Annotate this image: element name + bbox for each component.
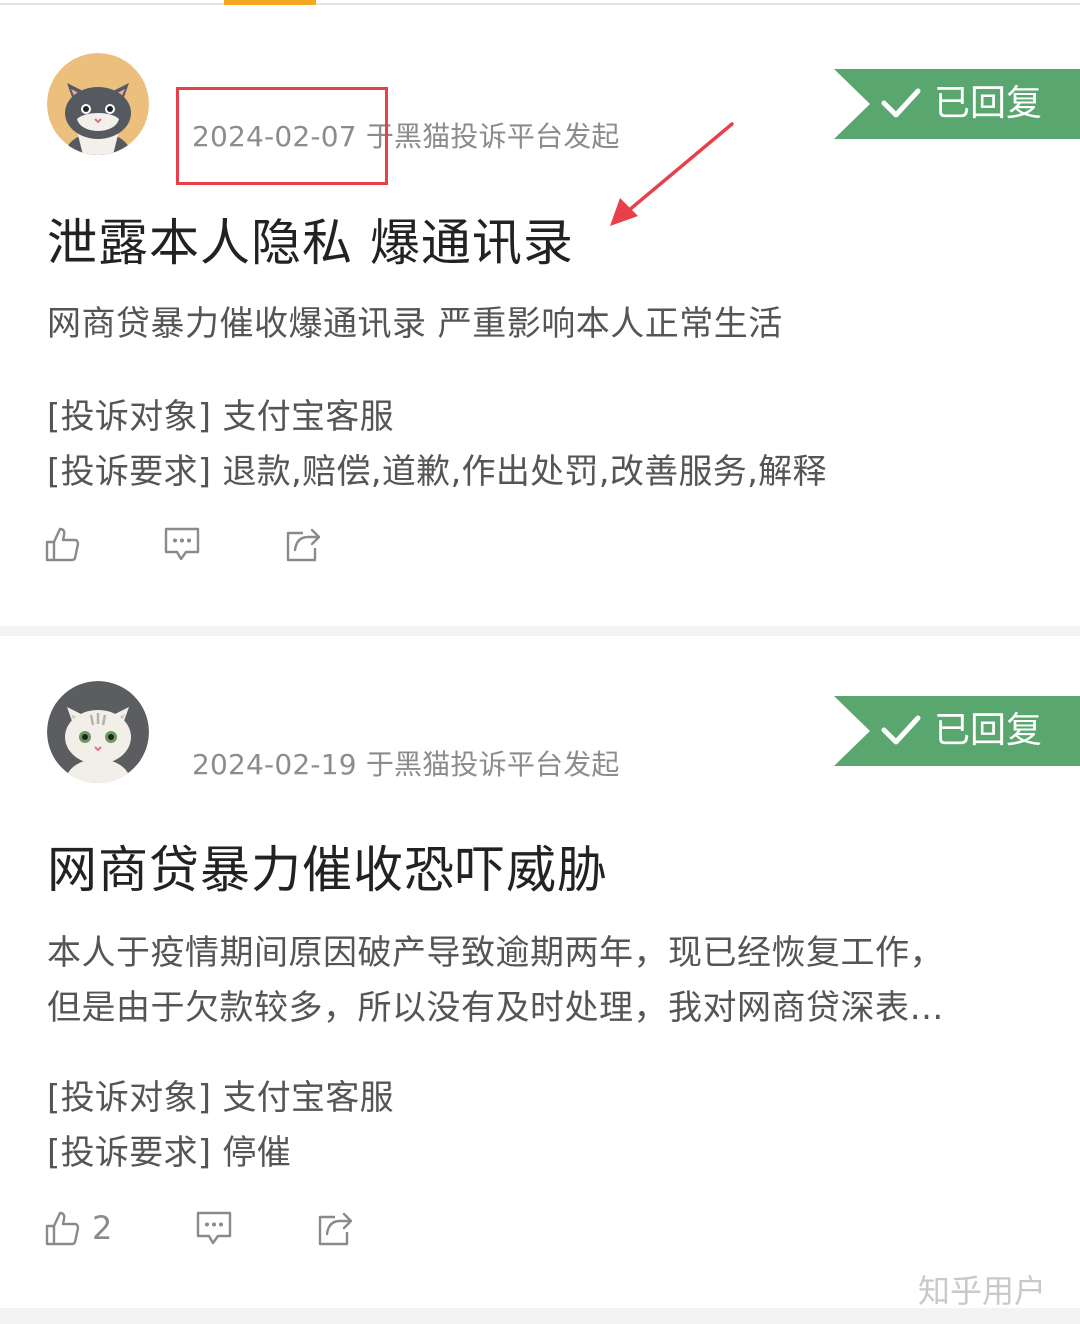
- share-button[interactable]: [316, 1209, 354, 1247]
- checkmark-icon: [881, 715, 921, 745]
- annotation-arrow-icon: [610, 122, 734, 226]
- complaint-request: [投诉要求] 退款,赔偿,道歉,作出处罚,改善服务,解释: [47, 452, 827, 492]
- share-button[interactable]: [284, 525, 322, 563]
- like-count: 2: [92, 1209, 113, 1247]
- thumbs-up-icon: [45, 527, 80, 562]
- date-highlight-box: [176, 87, 388, 185]
- like-button[interactable]: 2: [44, 1209, 112, 1247]
- like-button[interactable]: [44, 525, 92, 563]
- complaint-title[interactable]: 网商贷暴力催收恐吓威胁: [47, 830, 608, 902]
- description-line: 本人于疫情期间原因破产导致逾期两年，现已经恢复工作，: [47, 933, 944, 973]
- complaint-description: 网商贷暴力催收爆通讯录 严重影响本人正常生活: [47, 297, 1037, 352]
- status-badge-label: 已回复: [934, 710, 1043, 751]
- complaint-target: [投诉对象] 支付宝客服: [47, 397, 394, 437]
- cat-avatar-gray-icon[interactable]: [47, 53, 149, 155]
- status-badge-label: 已回复: [934, 83, 1043, 124]
- description-line: 但是由于欠款较多，所以没有及时处理，我对网商贷深表…: [47, 988, 944, 1028]
- comment-button[interactable]: [163, 525, 201, 563]
- status-badge: 已回复: [834, 696, 1080, 766]
- complaint-feed: 2024-02-07 于黑猫投诉平台发起 已回复 泄露本人隐私 爆通讯录 网商贷…: [0, 0, 1080, 1324]
- complaint-request: [投诉要求] 停催: [47, 1133, 292, 1173]
- comment-icon: [164, 527, 200, 561]
- status-badge: 已回复: [834, 69, 1080, 139]
- top-tab-bar: [0, 0, 1080, 5]
- checkmark-icon: [881, 88, 921, 118]
- comment-button[interactable]: [195, 1209, 233, 1247]
- complaint-card[interactable]: 2024-02-07 于黑猫投诉平台发起 已回复 泄露本人隐私 爆通讯录 网商贷…: [0, 7, 1080, 626]
- description-line: 网商贷暴力催收爆通讯录 严重影响本人正常生活: [47, 304, 783, 344]
- complaint-target: [投诉对象] 支付宝客服: [47, 1078, 394, 1118]
- comment-icon: [196, 1211, 232, 1245]
- complaint-title[interactable]: 泄露本人隐私 爆通讯录: [47, 203, 574, 275]
- card-divider: [0, 626, 1080, 636]
- complaint-meta: 2024-02-19 于黑猫投诉平台发起: [192, 748, 620, 781]
- complaint-card[interactable]: 2024-02-19 于黑猫投诉平台发起 已回复 网商贷暴力催收恐吓威胁 本人于…: [0, 636, 1080, 1308]
- cat-avatar-white-icon[interactable]: [47, 681, 149, 783]
- complaint-description: 本人于疫情期间原因破产导致逾期两年，现已经恢复工作， 但是由于欠款较多，所以没有…: [47, 926, 1037, 1036]
- watermark: 知乎用户: [918, 1272, 1047, 1310]
- share-icon: [318, 1212, 353, 1246]
- thumbs-up-icon: [45, 1211, 80, 1246]
- share-icon: [286, 528, 321, 562]
- active-tab-indicator: [224, 0, 316, 5]
